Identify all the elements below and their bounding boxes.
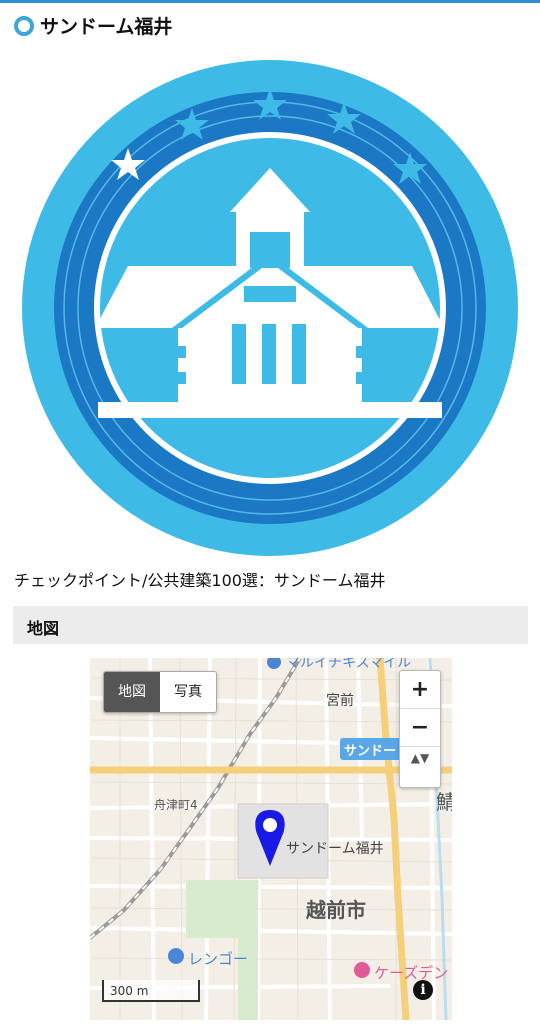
zoom-out-button[interactable]: −: [400, 709, 440, 747]
map-label-rengo: レンゴー: [188, 950, 249, 968]
checkpoint-badge: [22, 60, 518, 560]
map-label-keiz: ケーズデン: [374, 964, 449, 982]
map-label-store-top: マルイチキスマイル: [286, 658, 412, 671]
section-title: 地図: [27, 619, 60, 638]
top-accent-line: [0, 0, 540, 3]
page-title: サンドーム福井: [40, 16, 173, 38]
map-label-sundome-tag: サンドー: [344, 744, 397, 759]
map-type-map-button[interactable]: 地図: [104, 672, 160, 712]
info-icon[interactable]: i: [413, 980, 433, 1000]
building-badge-icon: [22, 60, 518, 556]
map-section-header: 地図: [13, 606, 528, 644]
map-type-toggle: 地図 写真: [103, 671, 217, 713]
map-label-edge: 鯖: [436, 790, 452, 814]
map-label-miyamae: 宮前: [326, 693, 354, 709]
page-header: サンドーム福井: [14, 12, 172, 39]
map-marker-label: サンドーム福井: [286, 841, 384, 857]
map-label-city: 越前市: [306, 898, 366, 922]
map-type-photo-button[interactable]: 写真: [160, 672, 216, 712]
compass-icon[interactable]: ▲▼: [400, 747, 440, 787]
map-scale-bar: 300 m: [102, 980, 200, 1002]
checkpoint-caption: チェックポイント/公共建築100選：サンドーム福井: [14, 571, 386, 590]
map-label-funatsu: 舟津町4: [154, 798, 198, 812]
circle-bullet-icon: [14, 15, 34, 36]
zoom-in-button[interactable]: +: [400, 671, 440, 709]
map-view[interactable]: マルイチキスマイル 宮前 サンドー 舟津町4 サンドーム福井 越前市 レンゴー …: [90, 658, 452, 1020]
zoom-controls: + − ▲▼: [399, 670, 441, 788]
